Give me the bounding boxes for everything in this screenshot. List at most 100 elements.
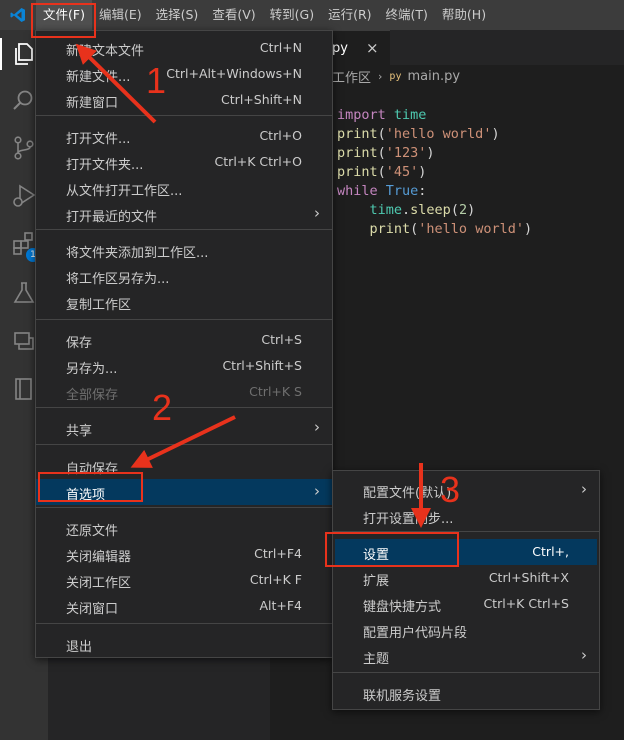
chevron-right-icon: › [581,480,587,498]
file-menu-item[interactable]: 新建文本文件 Ctrl+N [36,35,332,61]
file-menu-item[interactable]: 复制工作区 [36,289,332,315]
menu-view[interactable]: 查看(V) [205,0,262,30]
code-token: print [337,145,378,161]
breadcrumb-file[interactable]: main.py [407,69,460,84]
file-menu-item[interactable]: 将文件夹添加到工作区... [36,237,332,263]
source-control-icon[interactable] [10,134,38,162]
file-menu-item: 全部保存 Ctrl+K S [36,379,332,405]
file-menu-item[interactable]: 从文件打开工作区... [36,175,332,201]
menu-item-shortcut: Ctrl+Shift+N [221,92,302,107]
annotation-step-1: 1 [146,60,167,101]
remote-explorer-icon[interactable] [10,327,38,355]
menu-separator [36,444,332,445]
menu-separator [333,672,599,673]
search-icon[interactable] [10,87,38,115]
active-indicator [0,38,2,70]
menu-item-shortcut: Ctrl+K S [249,384,302,399]
menu-item-label: 配置用户代码片段 [363,626,468,641]
code-token: time [393,107,427,123]
code-token: while [337,183,378,199]
file-menu-item[interactable]: 关闭编辑器 Ctrl+F4 [36,541,332,567]
code-line: while True: [337,182,532,201]
file-menu-item[interactable]: 共享 › [36,415,332,441]
tab-label: py [332,41,348,56]
code-editor[interactable]: import time print('hello world') print('12… [337,106,532,239]
menu-item-label: 关闭窗口 [66,602,119,617]
file-menu-item[interactable]: 新建文件... Ctrl+Alt+Windows+N [36,61,332,87]
menu-item-label: 还原文件 [66,524,119,539]
menu-item-label: 退出 [66,640,93,655]
code-token: time [369,202,403,218]
file-menu-item[interactable]: 退出 [36,631,332,657]
preferences-menu-item[interactable]: 键盘快捷方式 Ctrl+K Ctrl+S [333,591,599,617]
menu-item-label: 配置文件(默认) [363,486,452,501]
menu-item-label: 将工作区另存为... [66,272,170,287]
menu-item-label: 主题 [363,652,390,667]
menu-go[interactable]: 转到(G) [263,0,321,30]
menu-item-label: 新建窗口 [66,96,119,111]
menu-item-shortcut: Ctrl+Alt+Windows+N [166,66,302,81]
file-menu-item[interactable]: 保存 Ctrl+S [36,327,332,353]
preferences-menu-item[interactable]: 配置用户代码片段 [333,617,599,643]
notebook-icon[interactable] [10,375,38,403]
annotation-step-2: 2 [152,387,173,428]
python-file-icon: py [389,70,402,82]
menu-item-label: 保存 [66,336,93,351]
file-menu-item[interactable]: 将工作区另存为... [36,263,332,289]
menu-item-shortcut: Ctrl+, [532,544,569,559]
menu-item-shortcut: Ctrl+Shift+X [488,570,569,585]
file-menu-item[interactable]: 关闭窗口 Alt+F4 [36,593,332,619]
file-menu-item[interactable]: 关闭工作区 Ctrl+K F [36,567,332,593]
preferences-menu-item[interactable]: 打开设置同步... [333,503,599,529]
menu-item-label: 键盘快捷方式 [363,600,442,615]
code-token: 'hello world' [385,126,492,142]
code-token: ) [426,145,435,161]
file-menu-item[interactable]: 打开文件夹... Ctrl+K Ctrl+O [36,149,332,175]
menu-edit[interactable]: 编辑(E) [92,0,149,30]
code-token: print [369,221,411,237]
file-menu-item[interactable]: 打开文件... Ctrl+O [36,123,332,149]
menu-selection[interactable]: 选择(S) [149,0,206,30]
preferences-menu-item[interactable]: 联机服务设置 [333,680,599,706]
menu-item-shortcut: Ctrl+K Ctrl+S [483,596,569,611]
menu-item-shortcut: Ctrl+K F [249,572,302,587]
chevron-right-icon: › [314,418,320,436]
menu-item-shortcut: Ctrl+S [261,332,302,347]
breadcrumb-workspace[interactable]: 工作区 [332,67,371,86]
annotation-box-file [31,3,96,38]
code-token: . [402,202,411,218]
menu-item-shortcut: Ctrl+O [259,128,302,143]
menu-item-label: 新建文本文件 [66,44,145,59]
menu-run[interactable]: 运行(R) [321,0,378,30]
code-token: print [337,126,378,142]
menu-item-label: 另存为... [66,362,118,377]
menu-help[interactable]: 帮助(H) [435,0,493,30]
file-menu-item[interactable]: 另存为... Ctrl+Shift+S [36,353,332,379]
menu-separator [36,507,332,508]
menu-separator [36,229,332,230]
run-debug-icon[interactable] [10,182,38,210]
close-icon[interactable]: × [366,39,379,57]
code-line: print('hello world') [337,220,533,239]
preferences-menu-item[interactable]: 扩展 Ctrl+Shift+X [333,565,599,591]
chevron-right-icon: › [378,69,383,83]
menu-terminal[interactable]: 终端(T) [379,0,435,30]
file-menu-item[interactable]: 打开最近的文件 › [36,201,332,227]
code-token: '45' [385,164,419,180]
file-menu-item[interactable]: 新建窗口 Ctrl+Shift+N [36,87,332,113]
menu-separator [36,407,332,408]
file-menu-item[interactable]: 还原文件 [36,515,332,541]
code-token: ( [450,202,459,218]
chevron-right-icon: › [314,482,320,500]
menu-separator [36,319,332,320]
preferences-menu-item[interactable]: 配置文件(默认) › [333,477,599,503]
code-token: 'hello world' [418,221,524,237]
testing-icon[interactable] [10,279,38,307]
code-token: ) [523,221,533,237]
menu-item-label: 新建文件... [66,70,131,85]
preferences-menu-item[interactable]: 主题 › [333,643,599,669]
files-icon[interactable] [10,40,38,68]
